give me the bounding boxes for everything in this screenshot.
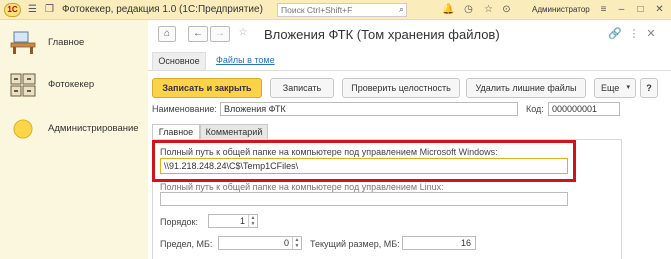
global-search[interactable]: ⌕ [277,3,407,17]
link-icon[interactable]: 🔗 [608,27,622,41]
page-title: Вложения ФТК (Том хранения файлов) [264,27,500,42]
window-restore-icon[interactable]: ❐ [43,3,56,16]
tab-main[interactable]: Основное [152,52,206,70]
code-field[interactable]: 000000001 [548,102,620,116]
close-icon[interactable]: ✕ [653,3,666,16]
search-input[interactable] [278,4,390,16]
help-icon: ? [646,83,652,93]
name-field[interactable]: Вложения ФТК [220,102,518,116]
favorite-button[interactable]: ☆ [234,26,252,42]
linux-path-label: Полный путь к общей папке на компьютере … [160,182,444,192]
chevron-down-icon: ▾ [626,84,630,91]
arrow-right-icon: → [215,28,225,39]
star-icon[interactable]: ☆ [482,3,495,16]
history-icon[interactable]: ◷ [462,3,475,16]
inner-tab-comment[interactable]: Комментарий [200,124,268,140]
code-label: Код: [526,104,544,114]
home-button[interactable]: ⌂ [158,26,176,42]
sidebar-item-main[interactable]: Главное [0,26,148,62]
search-icon[interactable]: ⌕ [399,4,404,15]
sidebar-item-label: Администрирование [48,123,139,134]
back-button[interactable]: ← [188,26,208,42]
help-button[interactable]: ? [640,78,658,98]
settings-menu-icon[interactable]: ≡ [597,3,610,16]
check-integrity-button[interactable]: Проверить целостность [342,78,460,98]
title-bar: 1С ☰ ❐ Фотокекер, редакция 1.0 (1С:Предп… [0,0,671,20]
app-title: Фотокекер, редакция 1.0 (1С:Предприятие) [62,4,263,15]
more-button[interactable]: Еще ▾ [594,78,636,98]
order-spinner[interactable]: ▲ ▼ [248,215,257,227]
user-icon[interactable]: ⊙ [500,3,513,16]
sidebar-item-label: Фотокекер [48,79,95,90]
order-field[interactable]: 1 ▲ ▼ [208,214,258,228]
current-size-field: 16 [402,236,476,250]
maximize-icon[interactable]: □ [634,3,647,16]
sidebar-item-administration[interactable]: Администрирование [0,112,148,148]
star-icon: ☆ [238,27,248,38]
user-name[interactable]: Администратор [532,5,590,14]
photo-cabinet-icon [10,73,36,97]
home-desk-icon [10,31,36,54]
admin-sun-icon [13,119,33,139]
inner-tab-main[interactable]: Главное [152,124,200,140]
limit-spinner[interactable]: ▲ ▼ [292,237,301,249]
order-value: 1 [239,216,245,226]
linux-path-field[interactable] [160,192,568,206]
sidebar-item-photokeker[interactable]: Фотокекер [0,68,148,104]
form-area: ⌂ ← → ☆ Вложения ФТК (Том хранения файло… [148,20,671,259]
current-size-label: Текущий размер, МБ: [310,239,400,249]
home-icon: ⌂ [163,28,171,39]
menu-icon[interactable]: ☰ [26,3,39,16]
save-and-close-button[interactable]: Записать и закрыть [152,78,262,98]
more-button-label: Еще [601,83,620,93]
name-label: Наименование: [152,104,217,114]
order-label: Порядок: [160,217,198,227]
save-button[interactable]: Записать [270,78,334,98]
limit-value: 0 [283,238,289,248]
highlight-box [152,140,576,182]
sidebar: Главное Фотокекер Администрирование [0,20,148,259]
minimize-icon[interactable]: – [615,3,628,16]
bell-icon[interactable]: 🔔 [442,3,455,16]
limit-label: Предел, МБ: [160,239,213,249]
tab-divider [148,70,671,71]
app-logo: 1С [4,3,21,17]
forward-button[interactable]: → [210,26,230,42]
more-vert-icon[interactable]: ⋮ [627,27,641,41]
sidebar-item-label: Главное [48,37,85,48]
tab-files-link[interactable]: Файлы в томе [216,55,275,65]
form-close-icon[interactable]: ✕ [644,27,658,41]
delete-extra-files-button[interactable]: Удалить лишние файлы [466,78,586,98]
limit-field[interactable]: 0 ▲ ▼ [218,236,302,250]
arrow-left-icon: ← [193,28,203,39]
